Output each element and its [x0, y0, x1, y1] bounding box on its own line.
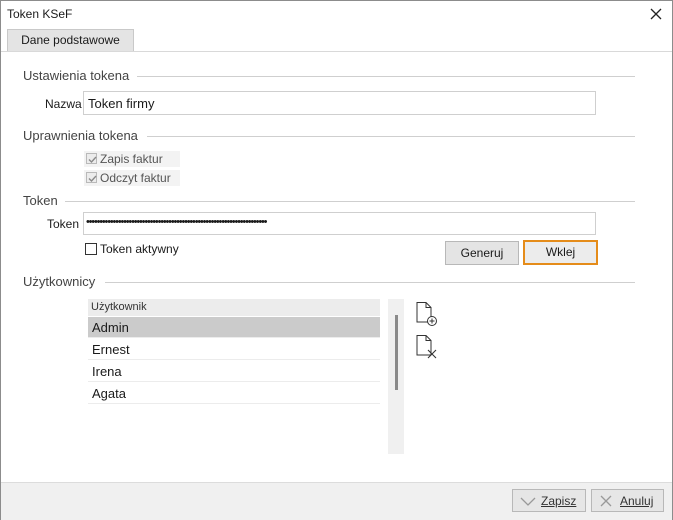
- title-bar: Token KSeF: [1, 1, 672, 27]
- cancel-button-label: Anuluj: [620, 494, 654, 508]
- column-header-label: Użytkownik: [91, 301, 147, 313]
- token-label: Token: [47, 217, 80, 231]
- permission-write-invoices[interactable]: Zapis faktur: [84, 151, 180, 167]
- group-divider-token: [65, 201, 635, 202]
- group-divider-users: [105, 282, 635, 283]
- save-button[interactable]: Zapisz: [512, 489, 586, 512]
- checkbox-read-invoices[interactable]: [86, 172, 97, 183]
- name-input-value: Token firmy: [88, 96, 155, 111]
- tab-strip: Dane podstawowe: [1, 27, 672, 52]
- checkbox-label: Zapis faktur: [100, 152, 163, 166]
- user-name: Irena: [92, 364, 122, 379]
- table-row[interactable]: Irena: [88, 361, 380, 382]
- tab-dane-podstawowe[interactable]: Dane podstawowe: [7, 29, 134, 52]
- group-divider-settings: [137, 76, 635, 77]
- cancel-button[interactable]: Anuluj: [591, 489, 664, 512]
- token-masked-value: ••••••••••••••••••••••••••••••••••••••••…: [86, 216, 267, 228]
- user-name: Admin: [92, 320, 129, 335]
- group-divider-permissions: [147, 136, 635, 137]
- scrollbar-thumb[interactable]: [395, 315, 398, 390]
- token-active-checkbox[interactable]: [85, 243, 97, 255]
- user-name: Ernest: [92, 342, 130, 357]
- user-name: Agata: [92, 386, 126, 401]
- users-list: Użytkownik Admin Ernest Irena Agata: [88, 299, 380, 406]
- close-icon[interactable]: [648, 6, 664, 22]
- token-input[interactable]: ••••••••••••••••••••••••••••••••••••••••…: [83, 212, 596, 235]
- paste-button[interactable]: Wklej: [523, 240, 598, 265]
- cross-icon: [600, 495, 612, 507]
- add-document-icon[interactable]: [414, 301, 438, 327]
- table-row[interactable]: Admin: [88, 317, 380, 338]
- permission-read-invoices[interactable]: Odczyt faktur: [84, 170, 180, 186]
- users-column-header[interactable]: Użytkownik: [88, 299, 380, 316]
- group-title-settings: Ustawienia tokena: [23, 68, 130, 83]
- checkmark-icon: [520, 497, 536, 506]
- generate-button[interactable]: Generuj: [445, 241, 519, 265]
- group-title-token: Token: [23, 193, 58, 208]
- users-scrollbar[interactable]: [388, 299, 404, 454]
- dialog-window: Token KSeF Dane podstawowe Ustawienia to…: [0, 0, 673, 520]
- name-label: Nazwa: [45, 97, 82, 111]
- name-input[interactable]: Token firmy: [83, 91, 596, 115]
- checkbox-write-invoices[interactable]: [86, 153, 97, 164]
- window-title: Token KSeF: [7, 7, 73, 21]
- remove-document-icon[interactable]: [414, 334, 438, 360]
- token-active-label: Token aktywny: [100, 242, 179, 256]
- save-button-label: Zapisz: [541, 494, 577, 508]
- table-row[interactable]: Ernest: [88, 339, 380, 360]
- checkbox-label: Odczyt faktur: [100, 171, 171, 185]
- table-row[interactable]: Agata: [88, 383, 380, 404]
- group-title-permissions: Uprawnienia tokena: [23, 128, 138, 143]
- dialog-footer: Zapisz Anuluj: [1, 482, 672, 520]
- tab-divider: [1, 51, 672, 52]
- group-title-users: Użytkownicy: [23, 274, 96, 289]
